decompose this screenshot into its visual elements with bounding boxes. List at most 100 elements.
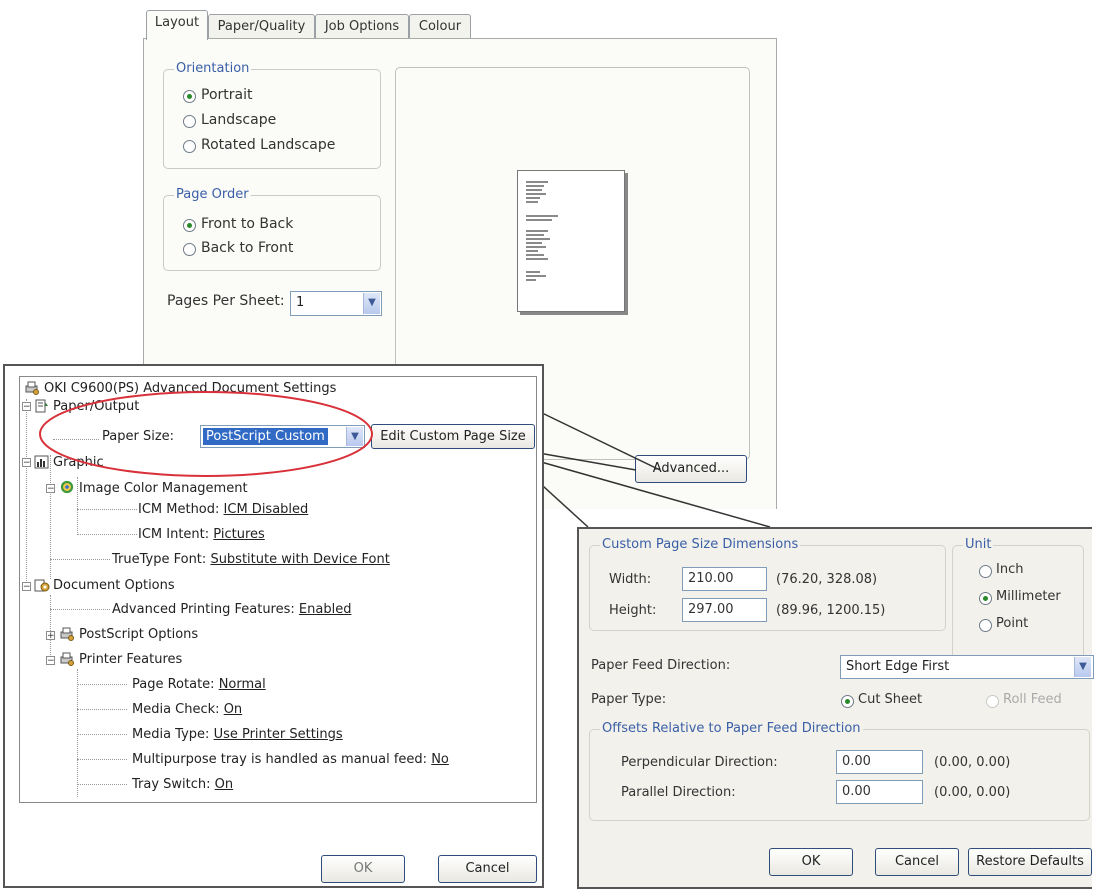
tree-line bbox=[53, 439, 99, 440]
paper-size-select[interactable]: PostScript Custom ▼ bbox=[200, 425, 365, 448]
tree-line bbox=[77, 509, 137, 510]
height-input[interactable]: 297.00 bbox=[682, 598, 767, 622]
collapse-icon[interactable]: − bbox=[22, 458, 31, 468]
graphic-node[interactable]: Graphic bbox=[53, 455, 104, 470]
perpendicular-input[interactable]: 0.00 bbox=[836, 750, 923, 774]
width-input[interactable]: 210.00 bbox=[682, 567, 767, 591]
unit-millimeter-radio[interactable] bbox=[979, 592, 992, 605]
offsets-title: Offsets Relative to Paper Feed Direction bbox=[600, 721, 863, 737]
document-options-icon bbox=[34, 579, 50, 592]
unit-point-label: Point bbox=[996, 616, 1029, 631]
chevron-down-icon[interactable]: ▼ bbox=[1074, 657, 1091, 677]
multipurpose-tray-value[interactable]: No bbox=[431, 752, 449, 767]
paper-type-label: Paper Type: bbox=[591, 692, 667, 707]
cps-cancel-button[interactable]: Cancel bbox=[875, 848, 959, 876]
image-color-management-node[interactable]: Image Color Management bbox=[79, 481, 248, 496]
tree-line bbox=[50, 455, 51, 579]
tree-line bbox=[77, 684, 127, 685]
collapse-icon[interactable]: − bbox=[22, 582, 31, 592]
collapse-icon[interactable]: − bbox=[46, 484, 55, 494]
paper-size-label: Paper Size: bbox=[102, 429, 175, 444]
tab-layout[interactable]: Layout bbox=[146, 10, 208, 40]
parallel-label: Parallel Direction: bbox=[621, 785, 736, 800]
media-type-value[interactable]: Use Printer Settings bbox=[214, 727, 343, 742]
multipurpose-tray-label: Multipurpose tray is handled as manual f… bbox=[132, 752, 428, 767]
restore-defaults-button[interactable]: Restore Defaults bbox=[968, 848, 1092, 876]
postscript-options-icon bbox=[60, 627, 74, 641]
cut-sheet-radio[interactable] bbox=[841, 695, 854, 708]
chevron-down-icon[interactable]: ▼ bbox=[346, 427, 363, 446]
multipurpose-tray-setting[interactable]: Multipurpose tray is handled as manual f… bbox=[132, 752, 449, 767]
icm-intent-setting[interactable]: ICM Intent: Pictures bbox=[138, 527, 265, 542]
document-options-node[interactable]: Document Options bbox=[53, 578, 175, 593]
tree-line bbox=[77, 759, 127, 760]
page-rotate-setting[interactable]: Page Rotate: Normal bbox=[132, 677, 266, 692]
unit-inch-radio[interactable] bbox=[979, 565, 992, 578]
advanced-printing-setting[interactable]: Advanced Printing Features: Enabled bbox=[112, 602, 351, 617]
page-rotate-label: Page Rotate: bbox=[132, 677, 215, 692]
feed-direction-label: Paper Feed Direction: bbox=[591, 658, 731, 673]
unit-inch-label: Inch bbox=[996, 562, 1024, 577]
truetype-font-setting[interactable]: TrueType Font: Substitute with Device Fo… bbox=[112, 552, 390, 567]
roll-feed-radio[interactable] bbox=[986, 695, 999, 708]
tree-line bbox=[77, 669, 78, 797]
advanced-ok-button[interactable]: OK bbox=[321, 855, 405, 883]
advanced-printing-value[interactable]: Enabled bbox=[299, 602, 352, 617]
unit-point-radio[interactable] bbox=[979, 619, 992, 632]
printer-features-icon bbox=[60, 652, 74, 666]
parallel-range: (0.00, 0.00) bbox=[934, 785, 1011, 800]
icm-method-value[interactable]: ICM Disabled bbox=[224, 502, 309, 517]
icm-intent-value[interactable]: Pictures bbox=[213, 527, 264, 542]
feed-direction-value: Short Edge First bbox=[846, 659, 950, 674]
tree-line bbox=[50, 559, 110, 560]
expand-icon[interactable]: + bbox=[46, 631, 55, 641]
media-check-value[interactable]: On bbox=[224, 702, 242, 717]
width-range: (76.20, 328.08) bbox=[776, 572, 878, 587]
unit-millimeter-label: Millimeter bbox=[996, 589, 1061, 604]
tray-switch-label: Tray Switch: bbox=[132, 777, 211, 792]
truetype-font-value[interactable]: Substitute with Device Font bbox=[210, 552, 389, 567]
custom-dimensions-group: Custom Page Size Dimensions bbox=[589, 537, 946, 631]
tree-line bbox=[77, 734, 127, 735]
printer-features-node[interactable]: Printer Features bbox=[79, 652, 182, 667]
paper-output-node[interactable]: Paper/Output bbox=[53, 399, 139, 414]
custom-page-size-dialog: Custom Page Size Dimensions Width: 210.0… bbox=[577, 527, 1094, 889]
width-label: Width: bbox=[609, 572, 652, 587]
color-management-icon bbox=[60, 480, 74, 494]
collapse-icon[interactable]: − bbox=[22, 402, 31, 412]
tray-switch-setting[interactable]: Tray Switch: On bbox=[132, 777, 233, 792]
edit-custom-page-size-button[interactable]: Edit Custom Page Size bbox=[371, 424, 535, 449]
cps-ok-button[interactable]: OK bbox=[769, 848, 853, 876]
advanced-cancel-button[interactable]: Cancel bbox=[438, 855, 537, 883]
postscript-options-node[interactable]: PostScript Options bbox=[79, 627, 198, 642]
page-rotate-value[interactable]: Normal bbox=[219, 677, 266, 692]
height-label: Height: bbox=[609, 603, 657, 618]
tree-line bbox=[50, 595, 51, 665]
roll-feed-label: Roll Feed bbox=[1003, 692, 1062, 707]
tree-line bbox=[50, 609, 110, 610]
paper-size-value: PostScript Custom bbox=[203, 428, 328, 445]
collapse-icon[interactable]: − bbox=[46, 656, 55, 666]
dialog-title: OKI C9600(PS) Advanced Document Settings bbox=[44, 381, 337, 396]
icm-intent-label: ICM Intent: bbox=[138, 527, 210, 542]
tree-line bbox=[26, 399, 27, 589]
settings-tree: OKI C9600(PS) Advanced Document Settings… bbox=[19, 376, 537, 803]
custom-dimensions-title: Custom Page Size Dimensions bbox=[600, 537, 801, 553]
tree-line bbox=[77, 477, 78, 535]
advanced-printing-label: Advanced Printing Features: bbox=[112, 602, 295, 617]
feed-direction-select[interactable]: Short Edge First ▼ bbox=[840, 655, 1094, 679]
icm-method-setting[interactable]: ICM Method: ICM Disabled bbox=[138, 502, 308, 517]
tray-switch-value[interactable]: On bbox=[215, 777, 233, 792]
perpendicular-range: (0.00, 0.00) bbox=[934, 755, 1011, 770]
media-type-setting[interactable]: Media Type: Use Printer Settings bbox=[132, 727, 343, 742]
offsets-group: Offsets Relative to Paper Feed Direction bbox=[589, 721, 1090, 821]
tree-line bbox=[77, 709, 127, 710]
parallel-input[interactable]: 0.00 bbox=[836, 780, 923, 804]
media-type-label: Media Type: bbox=[132, 727, 210, 742]
cut-sheet-label: Cut Sheet bbox=[858, 692, 923, 707]
tree-line bbox=[77, 534, 137, 535]
media-check-setting[interactable]: Media Check: On bbox=[132, 702, 242, 717]
icm-method-label: ICM Method: bbox=[138, 502, 220, 517]
perpendicular-label: Perpendicular Direction: bbox=[621, 755, 778, 770]
printer-settings-icon bbox=[25, 381, 39, 395]
